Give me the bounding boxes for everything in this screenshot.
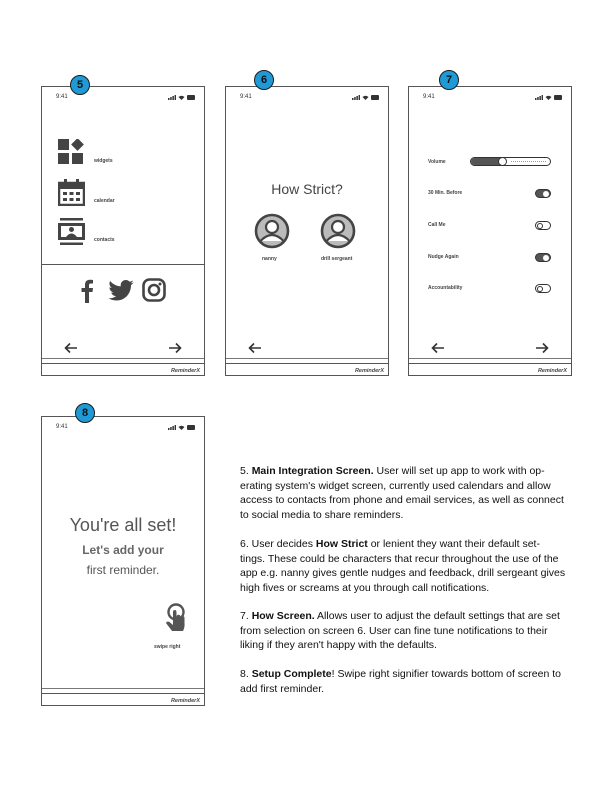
brand-label: ReminderX [354, 368, 384, 374]
screen-number-badge: 7 [439, 70, 459, 90]
toggle-accountability[interactable] [535, 284, 551, 293]
signal-icon [535, 94, 543, 100]
wifi-icon [178, 95, 185, 100]
signal-icon [168, 94, 176, 100]
screen-8-setup-complete: 9:41 You're all set! Let's add your firs… [41, 416, 205, 706]
status-icons [168, 94, 196, 100]
signal-icon [168, 424, 176, 430]
footer: ReminderX [42, 363, 204, 375]
description-6: 6. User decides How Strict or lenient th… [240, 537, 580, 595]
desc-number: 5. [240, 465, 249, 477]
setting-label: 30 Min. Before [428, 190, 463, 196]
desc-text: high fives or screams at you through cal… [240, 581, 490, 594]
twitter-icon[interactable] [108, 280, 134, 301]
desc-text: access to contacts from phone and email … [240, 494, 564, 506]
desc-text: liking if they aren't happy with the def… [240, 639, 437, 651]
widgets-icon[interactable] [58, 139, 85, 166]
description-8: 8. Setup Complete! Swipe right signifier… [240, 667, 580, 696]
subline-1: Let's add your [82, 543, 164, 557]
status-time: 9:41 [240, 94, 252, 100]
brand-label: ReminderX [170, 698, 200, 704]
desc-text: tings. These could be characters that re… [240, 552, 559, 565]
widgets-label: widgets [94, 158, 113, 164]
desc-title: How Strict [315, 538, 368, 550]
battery-icon [187, 94, 195, 100]
forward-arrow-icon[interactable] [535, 342, 549, 354]
screen-number-badge: 6 [254, 70, 274, 90]
swipe-gesture-icon [166, 603, 185, 631]
instagram-icon[interactable] [142, 278, 166, 302]
volume-slider[interactable] [470, 157, 551, 166]
status-icons [535, 94, 563, 100]
toggle-nudge-again[interactable] [535, 253, 551, 262]
description-7: 7. How Screen. Allows user to adjust the… [240, 609, 580, 653]
volume-label: Volume [428, 159, 446, 165]
status-time: 9:41 [423, 94, 435, 100]
screen-number-badge: 5 [70, 75, 90, 95]
wifi-icon [362, 95, 369, 100]
footer: ReminderX [226, 363, 388, 375]
footer: ReminderX [42, 693, 204, 705]
setting-label: Nudge Again [428, 254, 459, 260]
back-arrow-icon[interactable] [431, 342, 445, 354]
volume-ticks [510, 161, 546, 163]
status-icons [168, 424, 196, 430]
battery-icon [554, 94, 562, 100]
status-icons [352, 94, 380, 100]
divider [42, 264, 204, 265]
battery-icon [187, 424, 195, 430]
calendar-label: calendar [94, 198, 115, 204]
drill-sergeant-avatar-icon[interactable] [320, 213, 356, 249]
brand-label: ReminderX [170, 368, 200, 374]
volume-knob[interactable] [497, 156, 507, 166]
screen-number-badge: 8 [75, 403, 95, 423]
wifi-icon [545, 95, 552, 100]
desc-text: User will set up app to work with op- [373, 465, 545, 477]
desc-title: Setup Complete [251, 668, 332, 680]
setting-label: Accountability [428, 285, 463, 291]
desc-text: add first reminder. [240, 682, 325, 695]
status-time: 9:41 [56, 424, 68, 430]
desc-number: 7. [240, 610, 249, 622]
status-time: 9:41 [56, 94, 68, 100]
nanny-label: nanny [262, 256, 277, 262]
screen-7-how-screen: 9:41 Volume 30 Min. Before Call Me Nudge… [408, 86, 572, 376]
desc-title: Main Integration Screen. [251, 465, 374, 477]
subline-2: first reminder. [86, 563, 160, 577]
headline: You're all set! [69, 515, 177, 535]
desc-text: app e.g. nanny gives gentle nudges and f… [240, 567, 566, 579]
facebook-icon[interactable] [80, 279, 94, 303]
description-5: 5. Main Integration Screen. User will se… [240, 464, 580, 522]
wifi-icon [178, 425, 185, 430]
contacts-label: contacts [94, 237, 115, 243]
desc-number: 8. [240, 668, 249, 680]
desc-title: How Screen. [251, 610, 315, 622]
back-arrow-icon[interactable] [64, 342, 78, 354]
swipe-right-label: swipe right [154, 644, 181, 650]
desc-text: from selection on screen 6. User can fin… [240, 624, 548, 637]
contacts-icon[interactable] [58, 218, 85, 245]
signal-icon [352, 94, 360, 100]
drill-sergeant-label: drill sergeant [321, 256, 353, 262]
calendar-icon[interactable] [58, 179, 85, 206]
brand-label: ReminderX [537, 368, 567, 374]
desc-text: to social media to share reminders. [240, 508, 404, 521]
page-title: How Strict? [271, 181, 343, 197]
desc-text: erating system's widget screen, currentl… [240, 479, 551, 492]
desc-text: 6. User decides [240, 538, 316, 550]
desc-text: ! Swipe right signifier towards bottom o… [331, 668, 561, 680]
back-arrow-icon[interactable] [248, 342, 262, 354]
forward-arrow-icon[interactable] [168, 342, 182, 354]
screen-5-main-integration: 9:41 widgets calendar contacts ReminderX [41, 86, 205, 376]
setting-label: Call Me [428, 222, 446, 228]
battery-icon [371, 94, 379, 100]
desc-text: or lenient they want their default set- [367, 538, 540, 550]
desc-text: Allows user to adjust the default settin… [314, 610, 560, 622]
toggle-call-me[interactable] [535, 221, 551, 230]
screen-6-how-strict: 9:41 How Strict? nanny drill sergeant Re… [225, 86, 389, 376]
nanny-avatar-icon[interactable] [254, 213, 290, 249]
footer: ReminderX [409, 363, 571, 375]
toggle-30-min-before[interactable] [535, 189, 551, 198]
